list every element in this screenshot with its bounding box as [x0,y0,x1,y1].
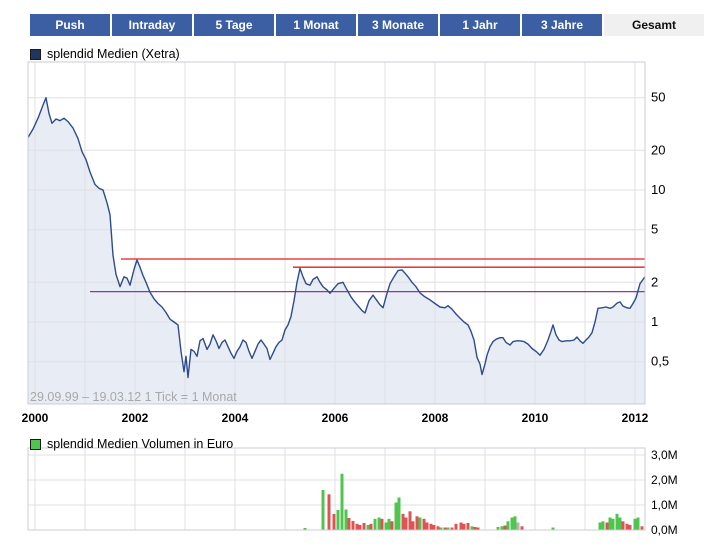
volume-bar [405,518,408,531]
stock-chart-widget: 29.09.99 – 19.03.12 1 Tick = 1 Monat5020… [0,0,704,545]
volume-bar [460,523,463,531]
volume-series-swatch [30,439,41,450]
price-y-axis-label: 1 [651,314,658,329]
volume-bar [333,514,336,530]
volume-bar [391,521,394,530]
tab-3-jahre[interactable]: 3 Jahre [522,14,602,36]
volume-legend-label: splendid Medien Volumen in Euro [47,437,233,451]
volume-bar [430,524,433,530]
volume-bar [345,510,348,531]
price-series-swatch [30,49,41,60]
volume-bar [602,521,605,530]
volume-bar [348,518,351,530]
x-axis-label: 2012 [622,411,649,425]
volume-bar [395,503,398,531]
tab-push[interactable]: Push [30,14,110,36]
volume-bar [385,523,388,531]
volume-bar [463,524,466,530]
x-axis-label: 2008 [422,411,449,425]
volume-bar [419,518,422,531]
volume-bar [374,519,377,530]
volume-bar [322,490,325,530]
price-y-axis-label: 5 [651,222,658,237]
volume-bar [612,519,615,530]
volume-bar [637,518,640,531]
volume-bar [606,523,609,531]
volume-bar [363,523,366,530]
volume-bar [337,510,340,530]
volume-bar [416,516,419,530]
volume-bar [341,474,344,530]
x-axis-label: 2002 [122,411,149,425]
volume-bar [511,518,514,531]
volume-bar [599,523,602,531]
volume-bar [507,521,510,530]
volume-bar [381,519,384,530]
volume-y-axis-label: 2,0M [651,473,678,487]
volume-bar [467,523,470,530]
price-legend-label: splendid Medien (Xetra) [47,47,180,61]
tab-3-monate[interactable]: 3 Monate [358,14,438,36]
tab-1-jahr[interactable]: 1 Jahr [440,14,520,36]
volume-bar [352,521,355,530]
x-axis-label: 2006 [322,411,349,425]
volume-y-axis-label: 1,0M [651,498,678,512]
volume-bar [378,518,381,531]
tab-5-tage[interactable]: 5 Tage [194,14,274,36]
volume-bar [455,524,458,530]
volume-bar [629,525,632,530]
volume-legend: splendid Medien Volumen in Euro [30,437,233,451]
volume-bar [514,516,517,530]
volume-bar [433,525,436,530]
price-y-axis-label: 2 [651,274,658,289]
tab-gesamt[interactable]: Gesamt [604,14,704,36]
chart-canvas: 29.09.99 – 19.03.12 1 Tick = 1 Monat5020… [0,0,704,545]
volume-bar [622,521,625,530]
price-y-axis-label: 0,5 [651,354,669,369]
volume-bar [367,525,370,530]
volume-bar [398,498,401,531]
x-axis-label: 2000 [22,411,49,425]
volume-bar [626,524,629,530]
volume-y-axis-label: 3,0M [651,448,678,462]
price-y-axis-label: 10 [651,182,665,197]
volume-bar [426,523,429,531]
volume-bar [328,494,331,530]
volume-bar [423,519,426,530]
volume-bar [356,524,359,530]
volume-bar [359,525,362,530]
volume-bar [634,519,637,530]
volume-bar [402,514,405,530]
volume-bar [504,526,507,531]
volume-bar [609,518,612,531]
tab-1-monat[interactable]: 1 Monat [276,14,356,36]
price-legend: splendid Medien (Xetra) [30,47,180,61]
period-tabbar: PushIntraday5 Tage1 Monat3 Monate1 Jahr3… [0,14,704,36]
x-axis-label: 2004 [222,411,249,425]
volume-bar [616,514,619,530]
x-axis-label: 2010 [522,411,549,425]
volume-bar [517,523,520,531]
volume-bar [619,518,622,531]
volume-bar [412,521,415,530]
volume-y-axis-label: 0,0M [651,523,678,537]
price-y-axis-label: 20 [651,142,665,157]
volume-bar [388,519,391,530]
tab-intraday[interactable]: Intraday [112,14,192,36]
chart-watermark: 29.09.99 – 19.03.12 1 Tick = 1 Monat [30,390,237,404]
price-y-axis-label: 50 [651,90,665,105]
volume-bar [370,524,373,530]
volume-bar [409,511,412,530]
